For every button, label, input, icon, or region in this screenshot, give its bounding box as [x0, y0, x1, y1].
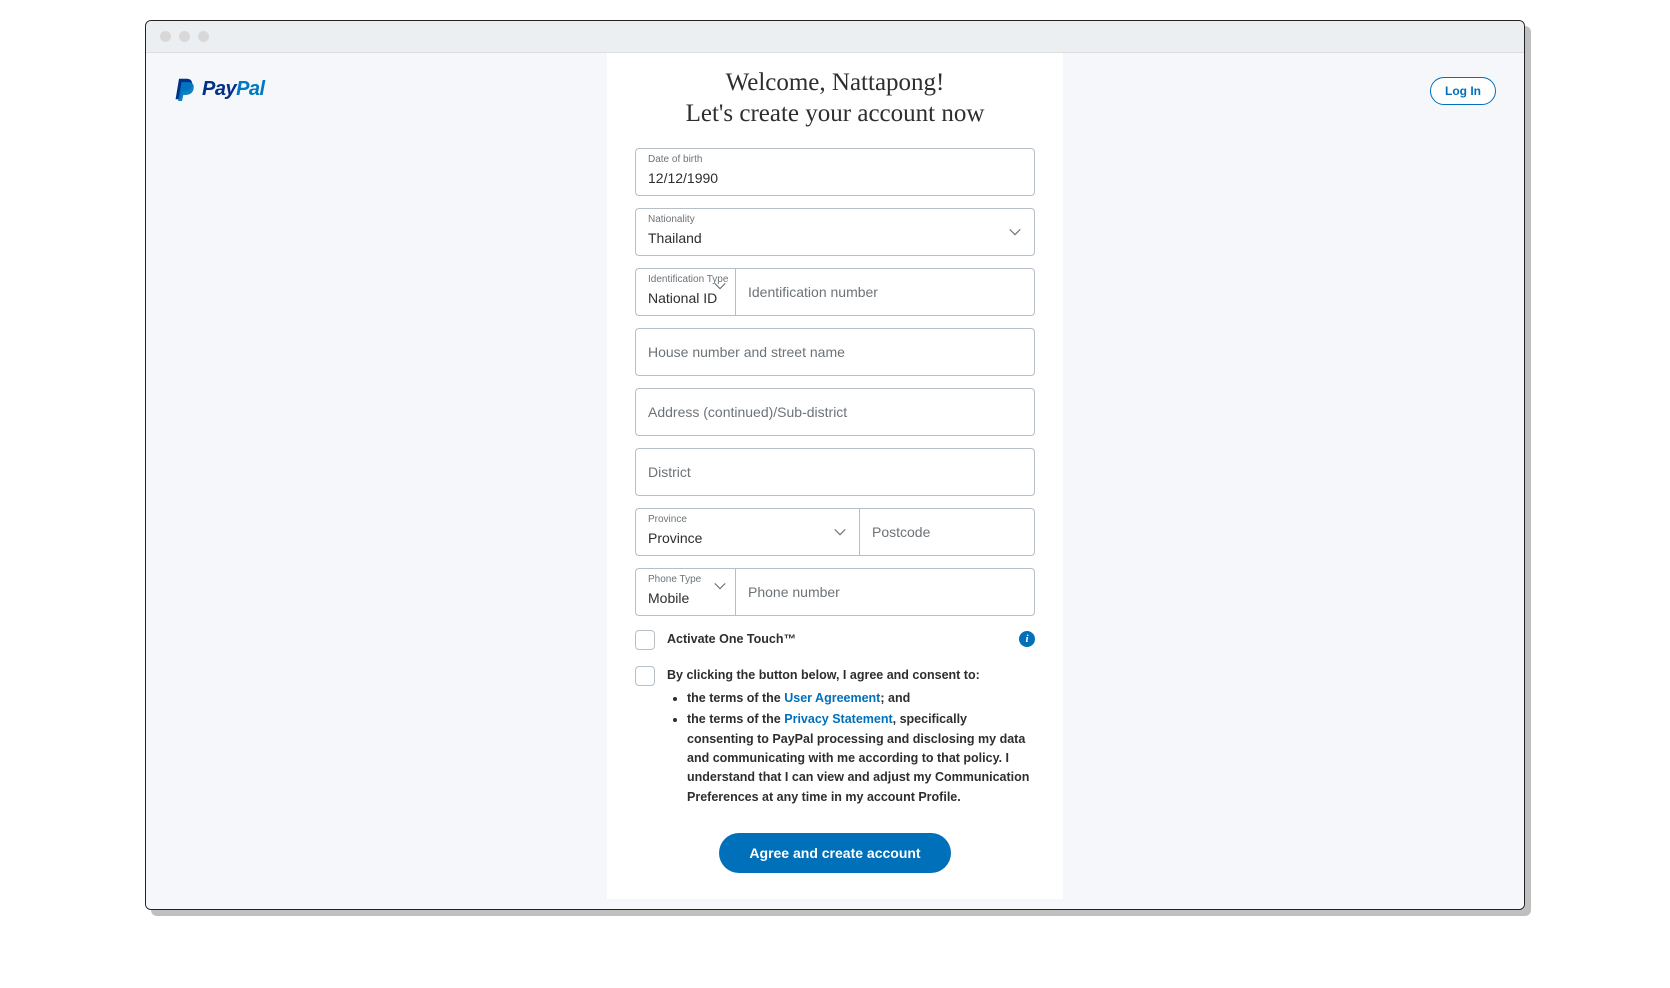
consent-item-privacy: the terms of the Privacy Statement, spec…: [687, 710, 1035, 807]
heading-line-1: Welcome, Nattapong!: [635, 67, 1035, 98]
paypal-wordmark: PayPal: [202, 78, 265, 101]
agree-create-account-button[interactable]: Agree and create account: [719, 833, 950, 873]
consent-text: By clicking the button below, I agree an…: [667, 666, 1035, 810]
address-line1-input[interactable]: House number and street name: [635, 328, 1035, 376]
postcode-input[interactable]: Postcode: [859, 508, 1035, 556]
consent-checkbox[interactable]: [635, 666, 655, 686]
id-number-input[interactable]: Identification number: [735, 268, 1035, 316]
district-placeholder: District: [636, 464, 1034, 480]
heading-line-2: Let's create your account now: [635, 98, 1035, 129]
dob-label: Date of birth: [648, 154, 702, 165]
district-input[interactable]: District: [635, 448, 1035, 496]
paypal-logo[interactable]: PayPal: [174, 77, 265, 101]
province-select[interactable]: Province Province: [635, 508, 859, 556]
one-touch-checkbox[interactable]: [635, 630, 655, 650]
traffic-light-close[interactable]: [160, 31, 171, 42]
phone-number-placeholder: Phone number: [736, 584, 1034, 600]
signup-form-panel: Welcome, Nattapong! Let's create your ac…: [607, 53, 1063, 899]
traffic-light-minimize[interactable]: [179, 31, 190, 42]
one-touch-row: Activate One Touch™ i: [635, 630, 1035, 650]
privacy-statement-link[interactable]: Privacy Statement: [784, 712, 892, 726]
address-line2-input[interactable]: Address (continued)/Sub-district: [635, 388, 1035, 436]
paypal-logo-mark-icon: [174, 77, 196, 101]
phone-type-label: Phone Type: [648, 574, 701, 585]
id-type-select[interactable]: Identification Type National ID: [635, 268, 735, 316]
page-body: PayPal Log In Welcome, Nattapong! Let's …: [146, 53, 1524, 909]
page-heading: Welcome, Nattapong! Let's create your ac…: [635, 67, 1035, 130]
id-number-placeholder: Identification number: [736, 284, 1034, 300]
traffic-light-maximize[interactable]: [198, 31, 209, 42]
nationality-label: Nationality: [648, 214, 695, 225]
window-title-bar: [146, 21, 1524, 53]
phone-number-input[interactable]: Phone number: [735, 568, 1035, 616]
phone-type-select[interactable]: Phone Type Mobile: [635, 568, 735, 616]
consent-item-user-agreement: the terms of the User Agreement; and: [687, 689, 1035, 708]
dob-field[interactable]: Date of birth 12/12/1990: [635, 148, 1035, 196]
browser-window: PayPal Log In Welcome, Nattapong! Let's …: [145, 20, 1525, 910]
postcode-placeholder: Postcode: [860, 524, 1034, 540]
id-type-label: Identification Type: [648, 274, 728, 285]
one-touch-label: Activate One Touch™: [667, 630, 796, 646]
address-line2-placeholder: Address (continued)/Sub-district: [636, 404, 1034, 420]
consent-intro: By clicking the button below, I agree an…: [667, 668, 980, 682]
address-line1-placeholder: House number and street name: [636, 344, 1034, 360]
nationality-select[interactable]: Nationality Thailand: [635, 208, 1035, 256]
nationality-value: Thailand: [636, 214, 1034, 250]
user-agreement-link[interactable]: User Agreement: [784, 691, 880, 705]
info-icon[interactable]: i: [1019, 631, 1035, 647]
consent-row: By clicking the button below, I agree an…: [635, 666, 1035, 810]
province-label: Province: [648, 514, 687, 525]
login-button[interactable]: Log In: [1430, 77, 1496, 105]
